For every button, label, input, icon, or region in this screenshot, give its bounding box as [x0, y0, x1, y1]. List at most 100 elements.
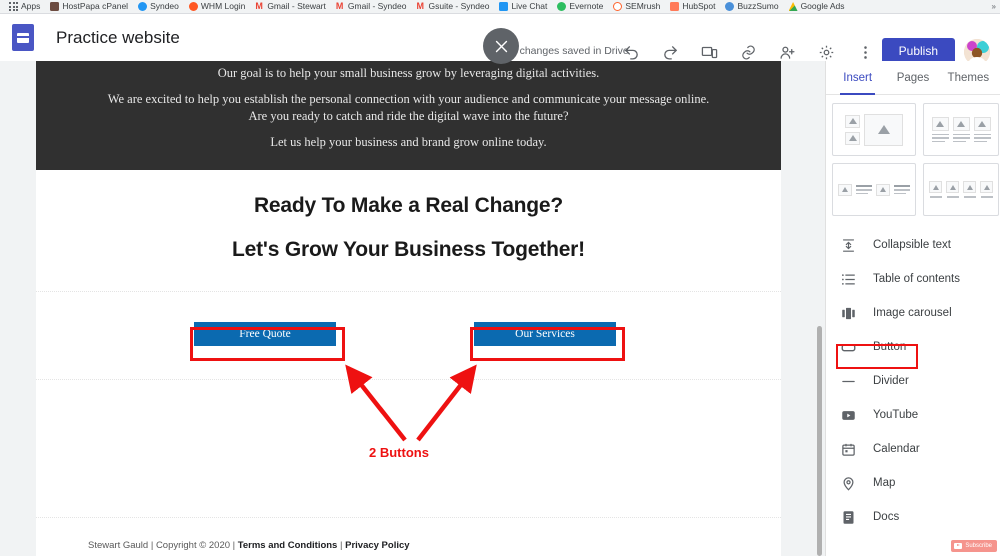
- insert-items-list: Collapsible text Table of contents Image…: [826, 222, 1000, 534]
- insert-item-docs[interactable]: Docs: [826, 500, 1000, 534]
- insert-item-label: Calendar: [873, 443, 920, 455]
- bookmark-label: Syndeo: [150, 1, 179, 11]
- insert-item-label: Collapsible text: [873, 239, 951, 251]
- footer-separator: |: [337, 540, 346, 551]
- layout-option-1[interactable]: [832, 103, 916, 156]
- bookmark-semrush[interactable]: SEMrush: [608, 0, 665, 13]
- insert-item-label: Image carousel: [873, 307, 952, 319]
- calendar-icon: [840, 441, 857, 458]
- insert-panel: Insert Pages Themes Collapsible text Tab…: [825, 61, 1000, 556]
- apps-grid-icon: [9, 2, 18, 11]
- insert-item-table-of-contents[interactable]: Table of contents: [826, 262, 1000, 296]
- cta-heading-2: Let's Grow Your Business Together!: [232, 238, 585, 261]
- insert-item-label: Map: [873, 477, 896, 489]
- free-quote-button[interactable]: Free Quote: [193, 321, 337, 347]
- intro-line-2: We are excited to help you establish the…: [107, 92, 710, 123]
- our-services-button[interactable]: Our Services: [473, 321, 617, 347]
- insert-item-button[interactable]: Button: [826, 330, 1000, 364]
- button-icon: [840, 339, 857, 356]
- close-overlay-button[interactable]: [483, 28, 519, 64]
- livechat-icon: [499, 2, 509, 11]
- collapsible-text-icon: [840, 237, 857, 254]
- tab-themes[interactable]: Themes: [941, 61, 996, 94]
- bookmark-label: HubSpot: [682, 1, 716, 11]
- canvas-scrollbar[interactable]: [817, 326, 822, 556]
- bookmark-label: BuzzSumo: [737, 1, 779, 11]
- layout-thumbnails: [826, 95, 1000, 222]
- footer-terms-link[interactable]: Terms and Conditions: [238, 540, 338, 551]
- bookmark-apps[interactable]: Apps: [4, 0, 45, 13]
- bookmark-label: Apps: [21, 1, 41, 11]
- bookmark-whm-login[interactable]: WHM Login: [184, 0, 250, 13]
- annotation-label: 2 Buttons: [369, 445, 429, 460]
- gmail-icon: M: [255, 1, 263, 11]
- bookmark-label: SEMrush: [625, 1, 661, 11]
- page-footer: Stewart Gauld | Copyright © 2020 | Terms…: [36, 518, 781, 551]
- bookmark-google-ads[interactable]: Google Ads: [784, 0, 850, 13]
- insert-item-image-carousel[interactable]: Image carousel: [826, 296, 1000, 330]
- footer-copyright: Stewart Gauld | Copyright © 2020 |: [88, 540, 238, 551]
- youtube-subscribe-badge[interactable]: Subscribe: [951, 540, 997, 552]
- browser-bookmarks-bar: Apps HostPapa cPanel Syndeo WHM Login M …: [0, 0, 1000, 14]
- bookmark-syndeo[interactable]: Syndeo: [133, 0, 184, 13]
- map-pin-icon: [840, 475, 857, 492]
- bookmark-buzzsumo[interactable]: BuzzSumo: [720, 0, 783, 13]
- insert-item-youtube[interactable]: YouTube: [826, 398, 1000, 432]
- insert-item-label: Table of contents: [873, 273, 960, 285]
- bookmark-label: WHM Login: [200, 1, 246, 11]
- insert-item-label: Docs: [873, 511, 900, 523]
- bookmark-label: Evernote: [569, 1, 604, 11]
- bookmark-label: Google Ads: [800, 1, 845, 11]
- bookmark-gmail-syndeo[interactable]: M Gmail - Syndeo: [331, 0, 412, 13]
- layout-option-2[interactable]: [923, 103, 999, 156]
- layout-option-3[interactable]: [832, 163, 916, 216]
- insert-item-collapsible-text[interactable]: Collapsible text: [826, 228, 1000, 262]
- intro-text-section[interactable]: Our goal is to help your small business …: [36, 61, 781, 170]
- bookmark-gsuite-syndeo[interactable]: M Gsuite - Syndeo: [411, 0, 494, 13]
- buttons-section: Free Quote Our Services: [36, 292, 781, 380]
- evernote-icon: [557, 2, 567, 11]
- docs-icon: [840, 509, 857, 526]
- insert-item-calendar[interactable]: Calendar: [826, 432, 1000, 466]
- tab-insert[interactable]: Insert: [830, 61, 885, 95]
- panel-tabs: Insert Pages Themes: [826, 61, 1000, 95]
- google-ads-icon: [788, 2, 798, 11]
- intro-line-3: Let us help your business and brand grow…: [270, 135, 547, 149]
- hostpapa-icon: [50, 2, 60, 11]
- whm-icon: [188, 2, 198, 11]
- bookmark-live-chat[interactable]: Live Chat: [494, 0, 552, 13]
- site-title[interactable]: Practice website: [56, 28, 180, 48]
- bookmark-gmail-stewart[interactable]: M Gmail - Stewart: [250, 0, 331, 13]
- insert-item-map[interactable]: Map: [826, 466, 1000, 500]
- bookmark-label: Gsuite - Syndeo: [428, 1, 490, 11]
- google-sites-logo-icon: [12, 24, 34, 51]
- insert-item-label: YouTube: [873, 409, 919, 421]
- syndeo-icon: [138, 2, 148, 11]
- gmail-icon: M: [335, 1, 344, 11]
- cta-heading-section[interactable]: Ready To Make a Real Change? Let's Grow …: [36, 170, 781, 292]
- subscribe-label: Subscribe: [965, 543, 992, 549]
- footer-privacy-link[interactable]: Privacy Policy: [345, 540, 409, 551]
- intro-line-1: Our goal is to help your small business …: [217, 66, 600, 80]
- website-page: Our goal is to help your small business …: [36, 61, 781, 556]
- youtube-play-icon: [954, 543, 963, 549]
- bookmarks-overflow-button[interactable]: »: [992, 2, 996, 11]
- buzzsumo-icon: [725, 2, 735, 11]
- save-status-text: All changes saved in Drive: [505, 45, 629, 57]
- bookmark-hostpapa-cpanel[interactable]: HostPapa cPanel: [45, 0, 133, 13]
- insert-item-label: Button: [873, 341, 907, 353]
- site-editor-canvas: Our goal is to help your small business …: [0, 61, 825, 556]
- insert-item-divider[interactable]: Divider: [826, 364, 1000, 398]
- youtube-icon: [840, 407, 857, 424]
- layout-option-4[interactable]: [923, 163, 999, 216]
- bookmark-evernote[interactable]: Evernote: [552, 0, 608, 13]
- bookmark-hubspot[interactable]: HubSpot: [665, 0, 720, 13]
- insert-item-label: Divider: [873, 375, 909, 387]
- semrush-icon: [613, 2, 623, 11]
- cta-heading-1: Ready To Make a Real Change?: [253, 194, 564, 217]
- hubspot-icon: [670, 2, 680, 11]
- tab-pages[interactable]: Pages: [885, 61, 940, 94]
- gmail-icon: M: [416, 1, 424, 11]
- bookmark-label: HostPapa cPanel: [62, 1, 129, 11]
- bookmark-label: Gmail - Syndeo: [347, 1, 407, 11]
